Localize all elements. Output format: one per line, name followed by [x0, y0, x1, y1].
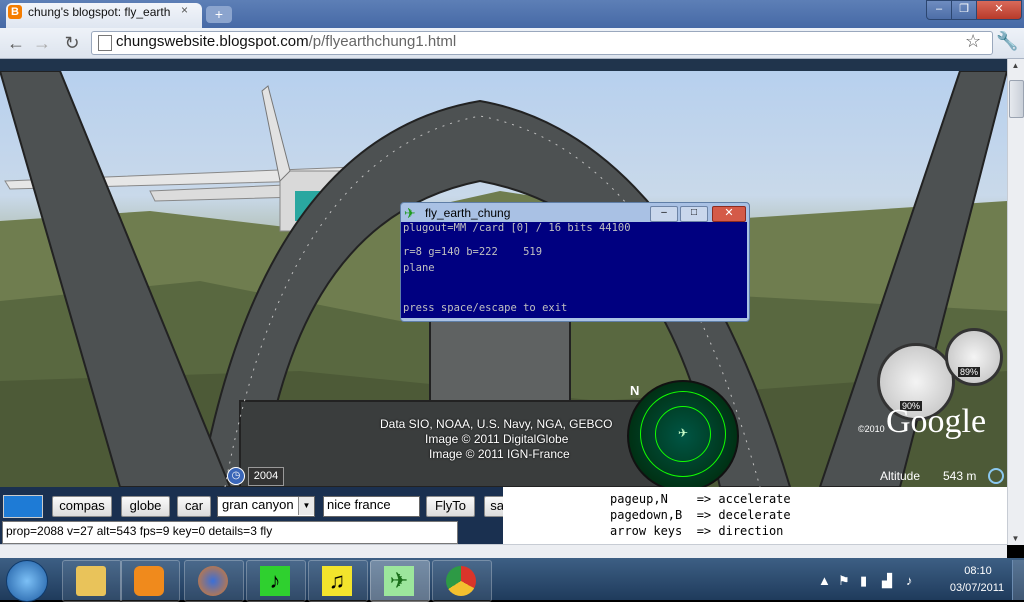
volume-icon[interactable]: ♪ [906, 573, 913, 588]
scroll-down-arrow-icon[interactable]: ▼ [1009, 534, 1022, 543]
media-player-icon [134, 566, 164, 596]
altitude-value: 543 m [943, 469, 977, 483]
taskbar-fly-earth[interactable]: ✈ [370, 560, 430, 602]
tab-close-icon[interactable]: × [181, 3, 193, 17]
help-line: arrow keys => direction [610, 524, 784, 538]
scroll-thumb[interactable] [1009, 80, 1024, 118]
compas-button[interactable]: compas [52, 496, 112, 517]
attribution-ign: Image © 2011 IGN-France [429, 447, 570, 461]
bookmark-star-icon[interactable]: ☆ [965, 31, 981, 52]
radar-plane-icon: ✈ [678, 426, 689, 440]
music-icon: ♪ [260, 566, 290, 596]
flyto-button[interactable]: FlyTo [426, 496, 475, 517]
window-minimize-button[interactable]: – [926, 0, 952, 20]
start-button[interactable] [6, 560, 48, 602]
device-icon[interactable]: ▮ [860, 573, 867, 589]
taskbar-media-player[interactable] [120, 560, 180, 602]
clock-date[interactable]: 03/07/2011 [946, 582, 1008, 594]
compass-north: N [630, 383, 640, 398]
cpu-gauge [945, 328, 1003, 386]
taskbar-music-note[interactable]: ♫ [308, 560, 368, 602]
back-arrow-icon[interactable]: ← [4, 32, 28, 54]
blogger-favicon-icon: B [8, 5, 22, 19]
imagery-year: 2004 [248, 467, 284, 486]
console-minimize-button[interactable]: – [650, 206, 678, 222]
help-line: pageup,N => accelerate [610, 492, 791, 506]
new-tab-button[interactable]: + [206, 6, 232, 23]
chrome-icon [446, 566, 476, 596]
help-line: pagedown,B => decelerate [610, 508, 791, 522]
taskbar-music-app[interactable]: ♪ [246, 560, 306, 602]
console-line: r=8 g=140 b=222 519 [403, 246, 543, 258]
show-desktop-button[interactable] [1012, 560, 1024, 600]
blogger-navbar [0, 59, 1007, 71]
taskbar-chrome[interactable] [432, 560, 492, 602]
page-icon [98, 35, 112, 51]
console-close-button[interactable]: ✕ [712, 206, 746, 222]
window-close-button[interactable]: ✕ [976, 0, 1022, 20]
wrench-icon[interactable]: 🔧 [996, 31, 1018, 52]
car-button[interactable]: car [177, 496, 211, 517]
url-text[interactable]: chungswebsite.blogspot.com/p/flyearthchu… [116, 33, 456, 50]
console-line: plugout=MM /card [0] / 16 bits 44100 [403, 222, 631, 234]
taskbar-explorer[interactable] [62, 560, 122, 602]
color-swatch[interactable] [3, 495, 43, 518]
window-maximize-button[interactable]: ❐ [951, 0, 977, 20]
fly-earth-icon: ✈ [384, 566, 414, 596]
forward-arrow-icon[interactable]: → [30, 32, 54, 54]
explorer-icon [76, 566, 106, 596]
url-host: chungswebsite.blogspot.com [116, 33, 309, 50]
clock-time[interactable]: 08:10 [953, 565, 1003, 577]
console-maximize-button[interactable]: □ [680, 206, 708, 222]
console-title: fly_earth_chung [425, 206, 511, 220]
tab-title: chung's blogspot: fly_earth [28, 5, 171, 19]
tray-expand-icon[interactable]: ▲ [818, 573, 831, 588]
music-note-icon: ♫ [322, 566, 352, 596]
globe-button[interactable]: globe [121, 496, 170, 517]
firefox-icon [198, 566, 228, 596]
place-input-value: nice france [327, 497, 391, 512]
reload-icon[interactable]: ↻ [60, 32, 84, 54]
google-logo: Google [886, 403, 987, 440]
attribution-digitalglobe: Image © 2011 DigitalGlobe [425, 432, 569, 446]
altitude-label: Altitude [880, 469, 921, 483]
historical-imagery-clock-icon[interactable]: ◷ [227, 467, 245, 485]
place-select-value: gran canyon [222, 497, 294, 512]
taskbar-firefox[interactable] [184, 560, 244, 602]
status-text: prop=2088 v=27 alt=543 fps=9 key=0 detai… [6, 524, 273, 538]
flag-icon[interactable]: ⚑ [838, 573, 850, 589]
streaming-spinner-icon [988, 468, 1004, 484]
attribution-data: Data SIO, NOAA, U.S. Navy, NGA, GEBCO [380, 417, 613, 431]
scroll-up-arrow-icon[interactable]: ▲ [1009, 61, 1022, 70]
console-line: press space/escape to exit [403, 302, 568, 314]
horizontal-scrollbar[interactable] [0, 544, 1007, 559]
network-icon[interactable]: ▟ [882, 573, 892, 589]
cpu-gauge-percent: 89% [958, 367, 981, 377]
plane-app-icon: ✈ [404, 205, 416, 221]
url-path: /p/flyearthchung1.html [308, 33, 457, 50]
copyright-year: ©2010 [858, 424, 885, 434]
console-line: plane [403, 262, 435, 274]
vertical-scrollbar[interactable] [1007, 59, 1024, 545]
chevron-down-icon[interactable]: ▼ [298, 497, 314, 515]
